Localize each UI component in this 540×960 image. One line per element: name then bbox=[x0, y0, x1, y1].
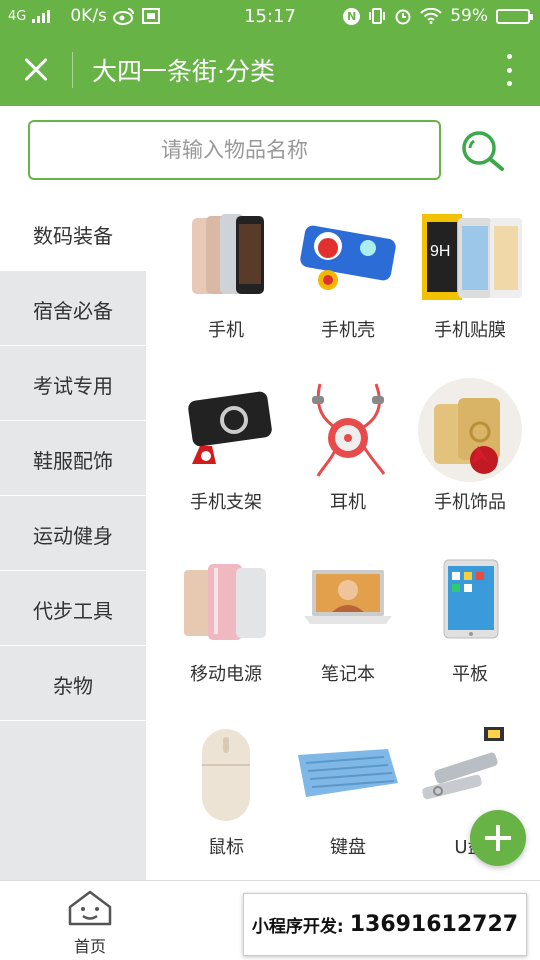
status-bar: 4G 0K/s 15:17 N 59% bbox=[0, 0, 540, 34]
more-menu-button[interactable] bbox=[504, 54, 514, 86]
alarm-icon bbox=[395, 9, 411, 25]
product-category-item[interactable]: 手机饰品 bbox=[408, 370, 532, 542]
home-icon bbox=[68, 890, 112, 926]
phone-case-image bbox=[292, 204, 404, 312]
sidebar-item[interactable]: 数码装备 bbox=[0, 198, 146, 271]
tab-home[interactable]: 首页 bbox=[58, 889, 122, 957]
sidebar-item[interactable]: 鞋服配饰 bbox=[0, 423, 146, 496]
product-category-label: 平板 bbox=[452, 664, 488, 685]
product-category-item[interactable]: 耳机 bbox=[286, 370, 410, 542]
mouse-image bbox=[170, 721, 282, 829]
nav-bar: 大四一条街·分类 bbox=[0, 34, 540, 106]
product-category-label: 手机壳 bbox=[321, 320, 375, 341]
tab-home-label: 首页 bbox=[73, 937, 106, 956]
promo-banner: 小程序开发: 13691612727 bbox=[243, 893, 527, 956]
wifi-icon bbox=[420, 8, 442, 24]
battery-percent: 59% bbox=[450, 6, 488, 26]
svg-text:9H: 9H bbox=[430, 243, 450, 260]
product-category-item[interactable]: 键盘 bbox=[286, 715, 410, 887]
sidebar-item[interactable]: 代步工具 bbox=[0, 573, 146, 646]
page-title: 大四一条街·分类 bbox=[92, 57, 275, 86]
search-input[interactable] bbox=[30, 122, 439, 178]
sidebar-item-label: 运动健身 bbox=[33, 523, 113, 548]
promo-phone: 13691612727 bbox=[349, 912, 519, 937]
phone-accessory-image bbox=[414, 376, 526, 484]
product-category-label: 鼠标 bbox=[208, 837, 244, 858]
keyboard-image bbox=[292, 721, 404, 829]
sidebar-item[interactable]: 宿舍必备 bbox=[0, 273, 146, 346]
search-box[interactable] bbox=[28, 120, 441, 180]
top-bar: 4G 0K/s 15:17 N 59% 大四一条街·分类 bbox=[0, 0, 540, 106]
nav-divider bbox=[72, 52, 73, 88]
screen-protector-image: 9H bbox=[414, 204, 526, 312]
add-button[interactable] bbox=[470, 810, 526, 866]
product-category-label: 手机贴膜 bbox=[434, 320, 506, 341]
product-category-label: 手机 bbox=[208, 320, 244, 341]
product-category-item[interactable]: 手机 bbox=[164, 198, 288, 370]
vibrate-icon bbox=[369, 8, 386, 24]
sidebar-item-label: 考试专用 bbox=[33, 373, 113, 398]
product-category-item[interactable]: 9H 手机贴膜 bbox=[408, 198, 532, 370]
earphones-image bbox=[292, 376, 404, 484]
search-icon[interactable] bbox=[458, 128, 506, 172]
sidebar-item-label: 代步工具 bbox=[33, 598, 113, 623]
product-category-label: 耳机 bbox=[330, 492, 366, 513]
sidebar-item[interactable]: 考试专用 bbox=[0, 348, 146, 421]
laptop-image bbox=[292, 548, 404, 656]
product-category-item[interactable]: 手机支架 bbox=[164, 370, 288, 542]
product-category-label: 移动电源 bbox=[190, 664, 262, 685]
product-category-label: 键盘 bbox=[330, 837, 366, 858]
sidebar-item[interactable]: 运动健身 bbox=[0, 498, 146, 571]
product-category-item[interactable]: 手机壳 bbox=[286, 198, 410, 370]
phone-image bbox=[170, 204, 282, 312]
sidebar-item[interactable]: 杂物 bbox=[0, 648, 146, 721]
phone-holder-image bbox=[170, 376, 282, 484]
product-category-label: 笔记本 bbox=[321, 664, 375, 685]
nfc-icon: N bbox=[343, 7, 361, 25]
sidebar-item-label: 鞋服配饰 bbox=[33, 448, 113, 473]
sidebar-item-label: 杂物 bbox=[53, 673, 93, 698]
battery-icon bbox=[496, 8, 533, 24]
tablet-image bbox=[414, 548, 526, 656]
close-button[interactable] bbox=[18, 52, 54, 88]
promo-label: 小程序开发: bbox=[251, 917, 344, 937]
power-bank-image bbox=[170, 548, 282, 656]
product-category-item[interactable]: 移动电源 bbox=[164, 542, 288, 714]
category-sidebar: 数码装备宿舍必备考试专用鞋服配饰运动健身代步工具杂物 bbox=[0, 198, 146, 880]
sidebar-item-label: 宿舍必备 bbox=[33, 298, 113, 323]
product-category-label: 手机饰品 bbox=[434, 492, 506, 513]
sidebar-item-label: 数码装备 bbox=[33, 223, 113, 248]
product-category-label: 手机支架 bbox=[190, 492, 262, 513]
product-category-item[interactable]: 平板 bbox=[408, 542, 532, 714]
product-category-item[interactable]: 笔记本 bbox=[286, 542, 410, 714]
product-category-item[interactable]: 鼠标 bbox=[164, 715, 288, 887]
